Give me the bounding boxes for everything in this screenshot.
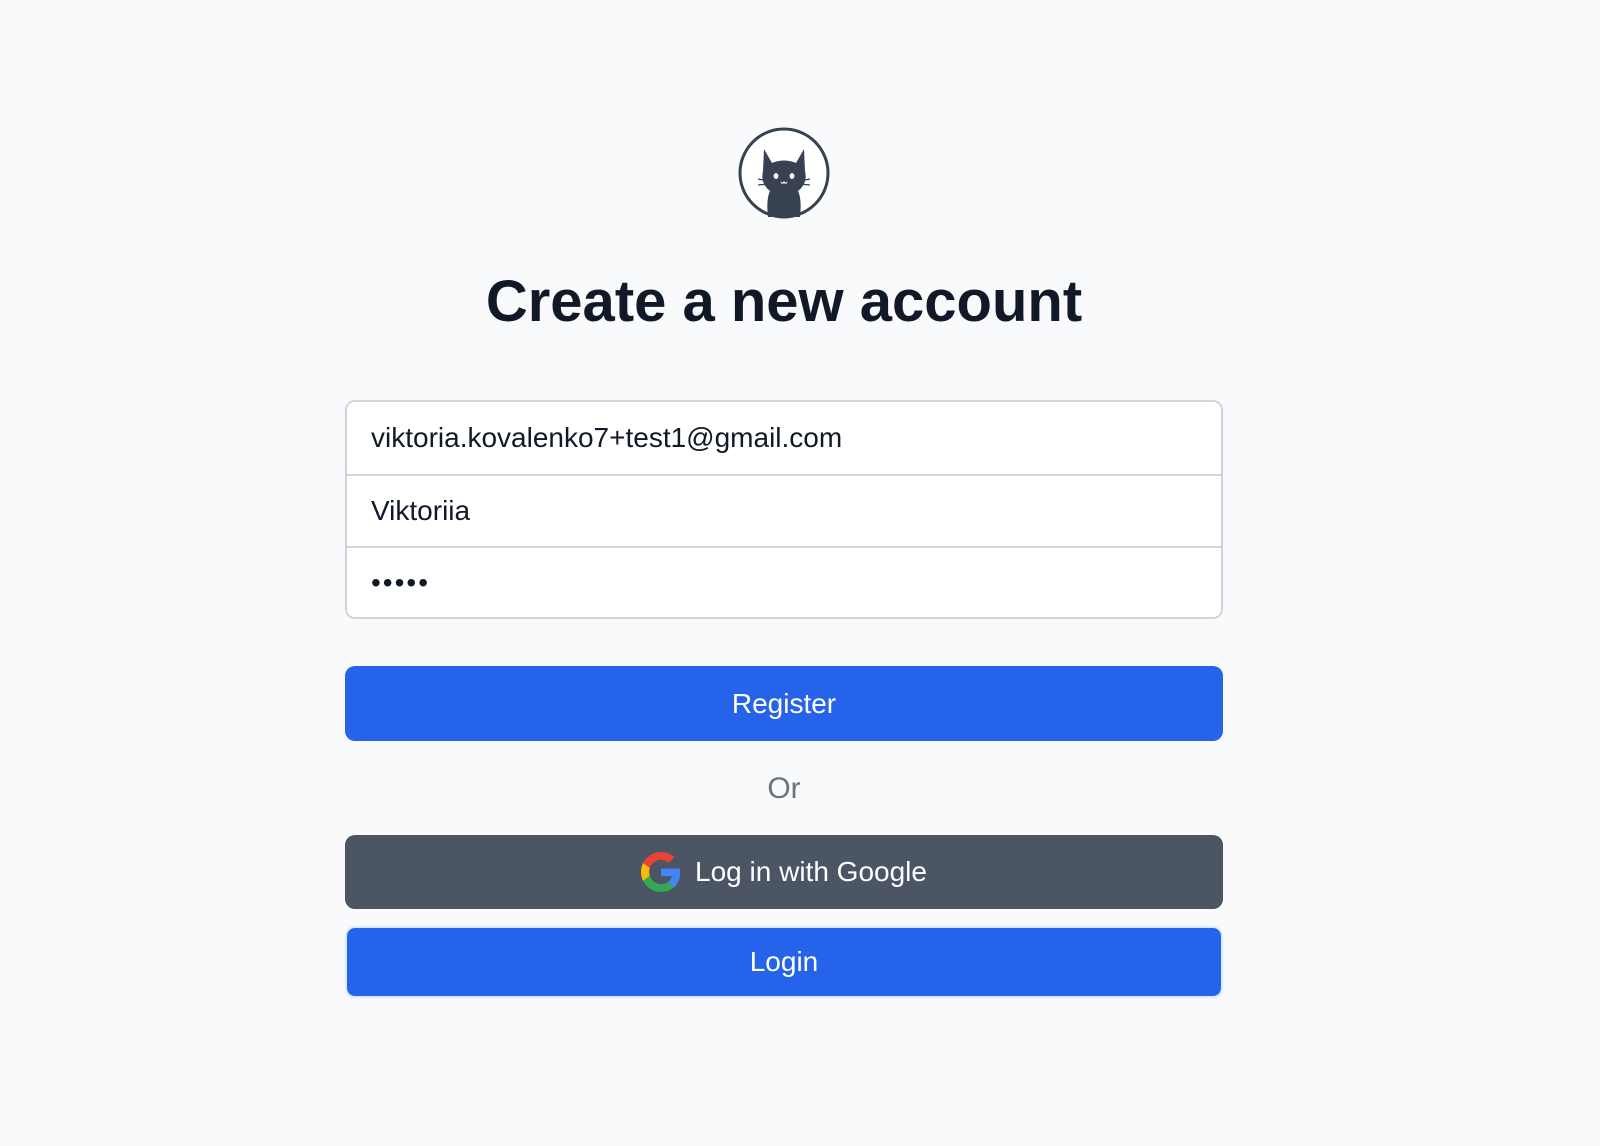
google-login-button[interactable]: Log in with Google — [345, 835, 1223, 909]
page-container: Create a new account Register Or Log in … — [0, 0, 1568, 1146]
password-field[interactable] — [347, 546, 1221, 617]
email-field[interactable] — [347, 402, 1221, 474]
login-button[interactable]: Login — [345, 926, 1223, 998]
google-icon — [641, 852, 681, 892]
or-divider-text: Or — [767, 772, 801, 805]
name-field[interactable] — [347, 474, 1221, 546]
cat-logo-icon — [738, 127, 830, 219]
registration-fields — [345, 400, 1223, 619]
google-login-label: Log in with Google — [695, 856, 927, 887]
page-title: Create a new account — [485, 269, 1083, 334]
register-button[interactable]: Register — [345, 666, 1223, 741]
